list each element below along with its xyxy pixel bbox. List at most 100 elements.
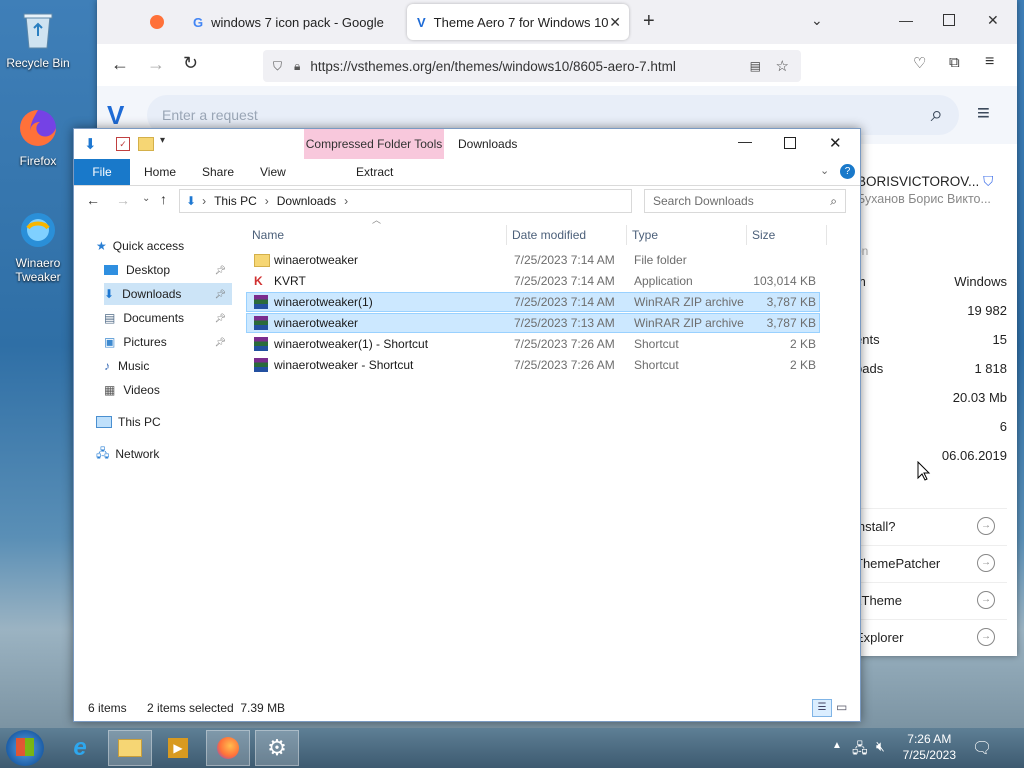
file-row[interactable]: winaerotweaker(1) - Shortcut 7/25/2023 7…: [246, 334, 820, 354]
breadcrumb-this-pc[interactable]: This PC: [214, 194, 257, 208]
forward-icon[interactable]: →: [116, 192, 130, 208]
clock[interactable]: 7:26 AM 7/25/2023: [903, 731, 956, 763]
desktop-icon-recycle-bin[interactable]: Recycle Bin: [0, 8, 76, 70]
breadcrumb[interactable]: ⬇ › This PC › Downloads ›: [179, 189, 632, 213]
tab-share[interactable]: Share: [202, 159, 234, 185]
file-row[interactable]: winaerotweaker - Shortcut 7/25/2023 7:26…: [246, 355, 820, 375]
site-search-input[interactable]: Enter a request: [162, 107, 258, 123]
file-row[interactable]: winaerotweaker(1) 7/25/2023 7:14 AM WinR…: [246, 292, 820, 312]
taskbar-media-player[interactable]: ▶: [156, 730, 200, 766]
extensions-icon[interactable]: ⧉: [949, 54, 960, 71]
file-row[interactable]: winaerotweaker 7/25/2023 7:13 AM WinRAR …: [246, 313, 820, 333]
search-icon[interactable]: ⌕: [931, 101, 943, 127]
pin-icon[interactable]: 📌︎: [215, 337, 226, 348]
related-link[interactable]: install? →: [855, 508, 1007, 543]
properties-icon[interactable]: ✓: [116, 137, 130, 151]
new-tab-button[interactable]: +: [643, 10, 655, 33]
tab-file[interactable]: File: [74, 159, 130, 185]
file-row[interactable]: K KVRT 7/25/2023 7:14 AM Application 103…: [246, 271, 820, 291]
desktop-icon-winaero-tweaker[interactable]: Winaero Tweaker: [0, 208, 76, 284]
column-header-name[interactable]: Name: [252, 225, 507, 245]
taskbar-settings[interactable]: ⚙: [255, 730, 299, 766]
pocket-icon[interactable]: ♡: [913, 54, 926, 72]
new-folder-icon[interactable]: [138, 137, 154, 151]
close-window-icon[interactable]: ✕: [829, 134, 842, 152]
google-icon: G: [193, 14, 204, 30]
recent-locations-icon[interactable]: ⌄: [142, 193, 150, 204]
bookmark-star-icon[interactable]: ☆: [776, 57, 789, 75]
pin-icon[interactable]: 📌︎: [215, 313, 226, 324]
nav-network[interactable]: 🖧︎ Network: [96, 443, 232, 465]
lock-icon[interactable]: 🔒︎: [294, 59, 300, 74]
nav-this-pc[interactable]: This PC: [96, 411, 232, 433]
column-header-type[interactable]: Type: [632, 225, 747, 245]
back-icon[interactable]: ←: [86, 192, 100, 208]
related-link-label: xTheme: [855, 592, 902, 608]
help-icon[interactable]: ?: [840, 164, 855, 179]
site-menu-icon[interactable]: ≡: [977, 100, 990, 126]
tab-home[interactable]: Home: [144, 159, 176, 185]
search-input[interactable]: Search Downloads: [653, 194, 754, 208]
nav-item-downloads[interactable]: ⬇ Downloads 📌︎: [104, 283, 232, 305]
file-row[interactable]: winaerotweaker 7/25/2023 7:14 AM File fo…: [246, 250, 820, 270]
reader-view-icon[interactable]: ▤: [750, 59, 761, 73]
menu-icon[interactable]: ≡: [985, 53, 994, 71]
desktop-icon-firefox[interactable]: Firefox: [0, 106, 76, 168]
nav-item-music[interactable]: ♪ Music: [104, 355, 232, 377]
nav-item-desktop[interactable]: Desktop 📌︎: [104, 259, 232, 281]
forward-icon[interactable]: →: [147, 54, 165, 75]
nav-item-pictures[interactable]: ▣ Pictures 📌︎: [104, 331, 232, 353]
compressed-folder-tools-tab[interactable]: Compressed Folder Tools: [304, 129, 444, 159]
related-link[interactable]: xTheme →: [855, 582, 1007, 617]
related-link[interactable]: ThemePatcher →: [855, 545, 1007, 580]
close-window-icon[interactable]: ✕: [987, 12, 999, 29]
large-icons-view-icon[interactable]: ▭: [836, 700, 847, 714]
column-header-date[interactable]: Date modified: [512, 225, 627, 245]
nav-item-documents[interactable]: ▤ Documents 📌︎: [104, 307, 232, 329]
author-block[interactable]: BORISVICTOROV... ⛉ Буханов Борис Викто..…: [857, 174, 1013, 206]
tab-theme-aero[interactable]: V Theme Aero 7 for Windows 10 ✕: [407, 4, 629, 40]
file-date: 7/25/2023 7:13 AM: [514, 316, 615, 330]
desktop-icon-label: Firefox: [19, 154, 57, 168]
tab-view[interactable]: View: [260, 159, 286, 185]
reload-icon[interactable]: ↻: [183, 53, 198, 74]
back-icon[interactable]: ←: [111, 54, 129, 75]
expand-ribbon-icon[interactable]: ⌄: [820, 164, 829, 177]
nav-quick-access[interactable]: ★ Quick access: [96, 235, 232, 257]
breadcrumb-separator-icon[interactable]: ›: [202, 194, 206, 208]
network-tray-icon[interactable]: 🖧︎: [852, 738, 868, 762]
customize-quick-access-icon[interactable]: ▾: [160, 135, 165, 146]
breadcrumb-separator-icon[interactable]: ›: [265, 194, 269, 208]
search-box[interactable]: Search Downloads ⌕: [644, 189, 846, 213]
vsthemes-logo-icon[interactable]: V: [107, 100, 124, 131]
breadcrumb-downloads[interactable]: Downloads: [277, 194, 336, 208]
tracking-shield-icon[interactable]: ⛉: [273, 59, 282, 74]
show-hidden-icons-icon[interactable]: ▲: [832, 740, 842, 751]
pin-icon[interactable]: 📌︎: [215, 289, 226, 300]
tab-pinned-firefox[interactable]: [139, 4, 175, 40]
column-header-size[interactable]: Size: [752, 225, 827, 245]
url-bar[interactable]: ⛉ 🔒︎ https://vsthemes.org/en/themes/wind…: [263, 50, 801, 82]
action-center-icon[interactable]: 🗨︎: [972, 738, 992, 758]
list-tabs-icon[interactable]: ⌄: [811, 12, 823, 29]
navigation-pane: ★ Quick access Desktop 📌︎ ⬇ Downloads 📌︎…: [74, 229, 234, 683]
up-icon[interactable]: ↑: [160, 191, 167, 207]
close-tab-icon[interactable]: ✕: [609, 14, 621, 31]
taskbar-file-explorer[interactable]: [108, 730, 152, 766]
minimize-icon[interactable]: —: [738, 133, 752, 149]
quick-access-download-icon[interactable]: ⬇: [84, 135, 97, 153]
breadcrumb-separator-icon[interactable]: ›: [344, 194, 348, 208]
minimize-icon[interactable]: —: [899, 12, 913, 28]
maximize-icon[interactable]: [784, 137, 796, 149]
volume-muted-icon[interactable]: 🔇︎: [876, 738, 885, 755]
maximize-icon[interactable]: [943, 14, 955, 26]
taskbar-internet-explorer[interactable]: e: [58, 730, 102, 766]
pin-icon[interactable]: 📌︎: [215, 265, 226, 276]
nav-item-videos[interactable]: ▦ Videos: [104, 379, 232, 401]
tab-extract[interactable]: Extract: [356, 159, 393, 185]
tab-google-search[interactable]: G windows 7 icon pack - Google: [183, 4, 393, 40]
taskbar-firefox[interactable]: [206, 730, 250, 766]
details-view-icon[interactable]: ☰: [812, 699, 832, 717]
start-button[interactable]: [6, 730, 44, 766]
related-link[interactable]: Explorer →: [855, 619, 1007, 654]
